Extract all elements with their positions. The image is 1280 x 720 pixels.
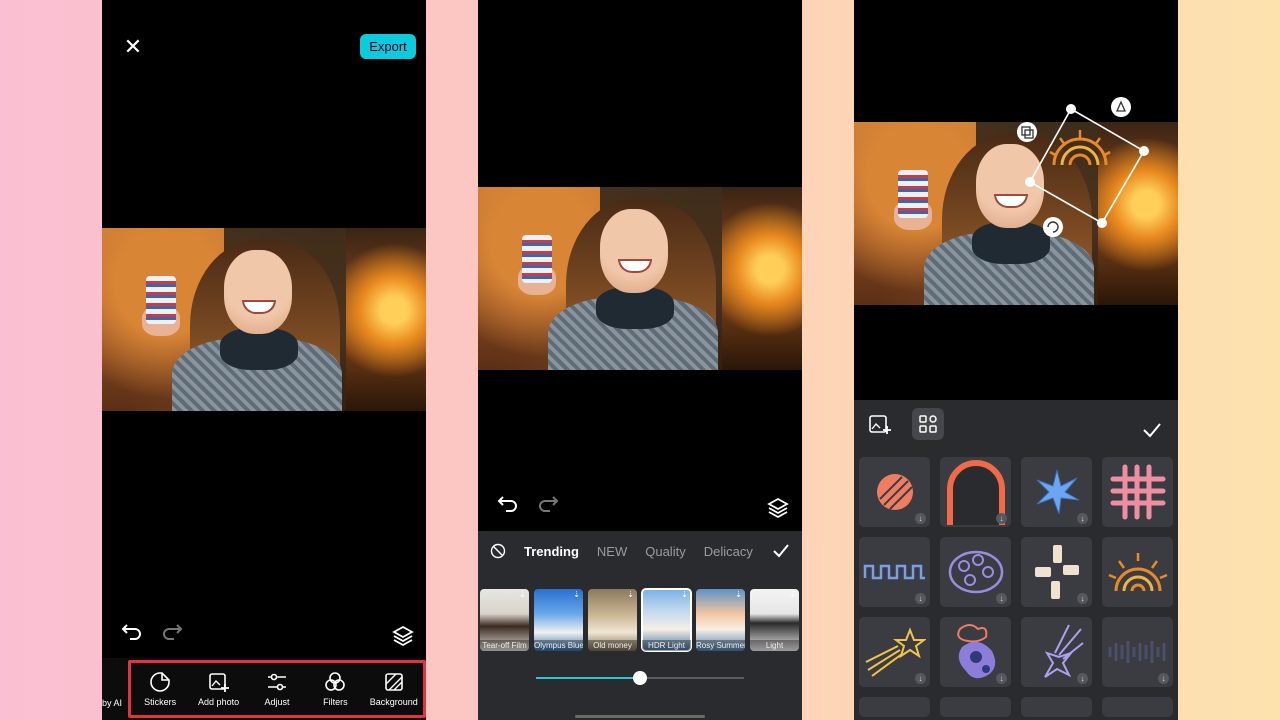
filter-label: Old money bbox=[588, 640, 637, 651]
filter-thumb[interactable]: ⇣ Tear-off Film bbox=[480, 589, 529, 651]
highlighted-tool-group: Stickers Add photo Adjust Filters Backgr… bbox=[128, 660, 426, 718]
check-icon[interactable] bbox=[1142, 420, 1162, 440]
partial-tool-label[interactable]: by AI bbox=[102, 698, 122, 708]
background-icon bbox=[383, 671, 405, 693]
slider-handle[interactable] bbox=[633, 671, 647, 685]
tab-quality[interactable]: Quality bbox=[645, 544, 685, 559]
tool-filters[interactable]: Filters bbox=[306, 671, 364, 707]
tab-new[interactable]: NEW bbox=[597, 544, 627, 559]
sticker-yellow-shooting-star[interactable]: ↓ bbox=[859, 617, 930, 687]
adjust-sliders-icon bbox=[266, 671, 288, 693]
grid-icon bbox=[912, 408, 944, 440]
sticker-panel-header bbox=[854, 400, 1178, 450]
tool-background[interactable]: Background bbox=[365, 671, 423, 707]
sticker-pink-grid[interactable] bbox=[1102, 457, 1173, 527]
add-photo-icon[interactable] bbox=[868, 412, 892, 436]
sticker-icon bbox=[149, 671, 171, 693]
filter-thumb[interactable]: ⇣ Rosy Summer bbox=[696, 589, 745, 651]
home-indicator bbox=[575, 715, 705, 718]
sticker-orange-sun[interactable] bbox=[1102, 537, 1173, 607]
tab-trending[interactable]: Trending bbox=[524, 544, 579, 559]
sticker-grid: ↓ ↓ ↓ ↓ ↓ ↓ bbox=[859, 457, 1175, 717]
tool-label: Background bbox=[370, 697, 418, 707]
sticker-blue-starburst[interactable]: ↓ bbox=[1021, 457, 1092, 527]
photo-canvas[interactable] bbox=[854, 122, 1178, 305]
sticker-partial[interactable] bbox=[940, 697, 1011, 717]
tool-label: Adjust bbox=[264, 697, 289, 707]
tool-label: Filters bbox=[323, 697, 348, 707]
flip-icon bbox=[1111, 97, 1131, 117]
filter-label: Tear-off Film bbox=[480, 640, 529, 651]
editor-screen-main: ✕ Export by AI Stickers Add photo bbox=[102, 0, 426, 720]
undo-icon[interactable] bbox=[496, 492, 520, 516]
intensity-slider[interactable] bbox=[536, 677, 744, 679]
redo-icon[interactable] bbox=[536, 492, 560, 516]
sticker-dark-bars[interactable]: ↓ bbox=[1102, 617, 1173, 687]
filter-thumb[interactable]: ⇣ Old money bbox=[588, 589, 637, 651]
filter-thumbnails: ⇣ Tear-off Film ⇣ Olympus Blue ⇣ Old mon… bbox=[480, 589, 799, 651]
sticker-library-button[interactable] bbox=[912, 408, 944, 440]
redo-icon[interactable] bbox=[160, 620, 184, 644]
add-photo-icon bbox=[208, 671, 230, 693]
filter-tabs: Trending NEW Quality Delicacy bbox=[478, 531, 802, 571]
download-icon: ⇣ bbox=[735, 590, 742, 599]
filter-panel: Trending NEW Quality Delicacy ⇣ Tear-off… bbox=[478, 531, 802, 720]
sticker-purple-blob[interactable]: ↓ bbox=[940, 617, 1011, 687]
editor-screen-stickers: ↓ ↓ ↓ ↓ ↓ ↓ bbox=[854, 0, 1178, 720]
filter-thumb-selected[interactable]: ⇣ HDR Light bbox=[642, 589, 691, 651]
sticker-partial[interactable] bbox=[859, 697, 930, 717]
sticker-partial[interactable] bbox=[1102, 697, 1173, 717]
sticker-panel: ↓ ↓ ↓ ↓ ↓ ↓ bbox=[854, 400, 1178, 720]
check-icon[interactable] bbox=[772, 542, 790, 560]
filter-thumb[interactable]: ⇣ Light bbox=[750, 589, 799, 651]
tool-adjust[interactable]: Adjust bbox=[248, 671, 306, 707]
undo-icon[interactable] bbox=[120, 620, 144, 644]
sticker-orange-arch[interactable]: ↓ bbox=[940, 457, 1011, 527]
sticker-scribble-circle[interactable]: ↓ bbox=[859, 457, 930, 527]
filter-label: Olympus Blue bbox=[534, 640, 583, 651]
filter-label: Light bbox=[750, 640, 799, 651]
photo-canvas[interactable] bbox=[102, 228, 426, 411]
tool-label: Stickers bbox=[144, 697, 176, 707]
download-icon: ⇣ bbox=[789, 590, 796, 599]
editor-screen-filters: Trending NEW Quality Delicacy ⇣ Tear-off… bbox=[478, 0, 802, 720]
no-filter-icon[interactable] bbox=[490, 543, 506, 559]
sticker-blue-squiggle[interactable]: ↓ bbox=[859, 537, 930, 607]
download-icon: ⇣ bbox=[681, 590, 688, 599]
layers-icon[interactable] bbox=[392, 625, 414, 647]
tool-label: Add photo bbox=[198, 697, 239, 707]
slider-fill bbox=[536, 677, 640, 679]
download-icon: ⇣ bbox=[519, 590, 526, 599]
close-icon[interactable]: ✕ bbox=[122, 36, 144, 58]
export-button[interactable]: Export bbox=[360, 34, 416, 59]
tab-delicacy[interactable]: Delicacy bbox=[704, 544, 753, 559]
sticker-cream-dashes[interactable]: ↓ bbox=[1021, 537, 1092, 607]
layers-icon[interactable] bbox=[767, 497, 789, 519]
download-icon: ⇣ bbox=[627, 590, 634, 599]
sticker-purple-flower-doodle[interactable]: ↓ bbox=[940, 537, 1011, 607]
filter-label: HDR Light bbox=[642, 640, 691, 651]
sticker-purple-shooting-star[interactable]: ↓ bbox=[1021, 617, 1092, 687]
photo-canvas[interactable] bbox=[478, 187, 802, 370]
filter-thumb[interactable]: ⇣ Olympus Blue bbox=[534, 589, 583, 651]
filters-icon bbox=[324, 671, 346, 693]
download-icon: ⇣ bbox=[573, 590, 580, 599]
filter-label: Rosy Summer bbox=[696, 640, 745, 651]
tool-add-photo[interactable]: Add photo bbox=[190, 671, 248, 707]
sticker-partial[interactable] bbox=[1021, 697, 1092, 717]
tool-stickers[interactable]: Stickers bbox=[131, 671, 189, 707]
